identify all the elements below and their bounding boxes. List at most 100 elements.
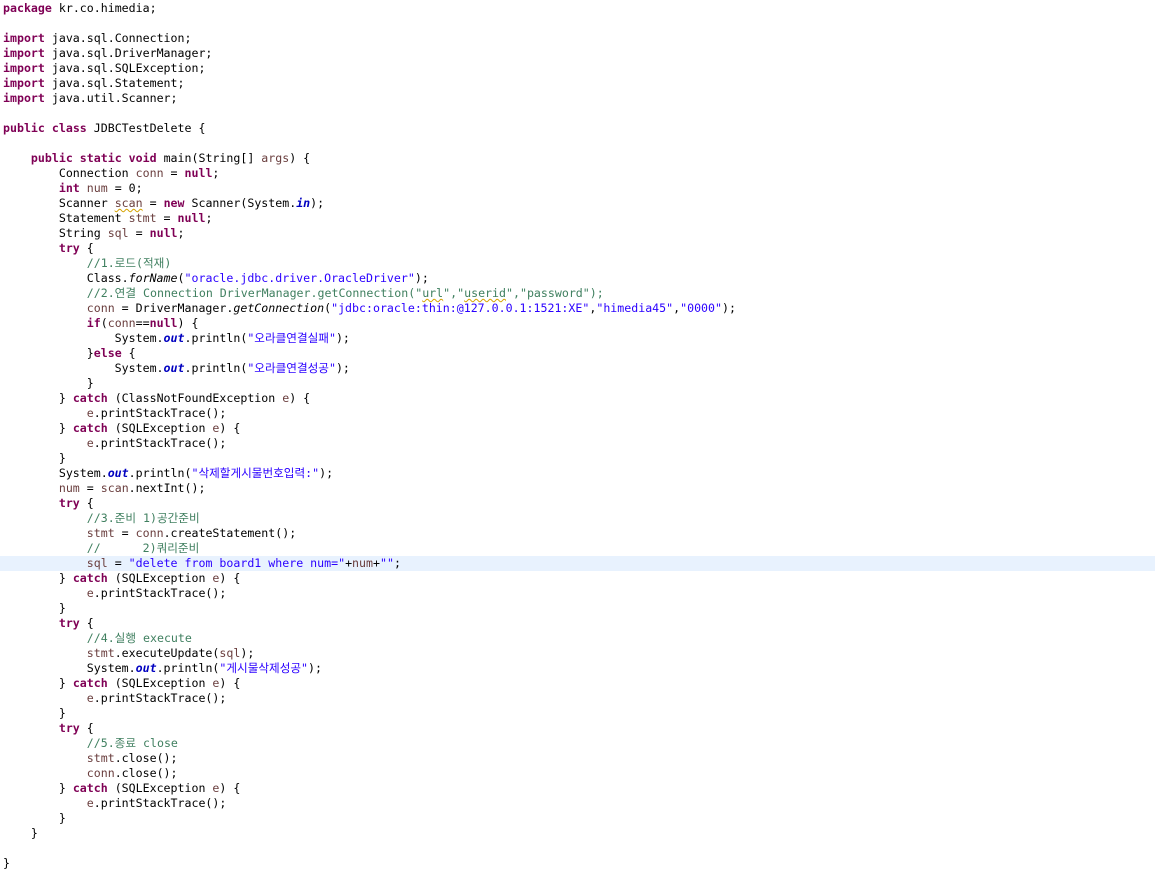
code-line[interactable]: import java.sql.Statement;	[0, 76, 1155, 91]
code-line[interactable]	[0, 16, 1155, 31]
code-line[interactable]: System.out.println("오라클연결성공");	[0, 361, 1155, 376]
code-line[interactable]: e.printStackTrace();	[0, 691, 1155, 706]
code-editor[interactable]: package kr.co.himedia; import java.sql.Co…	[0, 0, 1155, 885]
code-line[interactable]: import java.sql.Connection;	[0, 31, 1155, 46]
code-line[interactable]: try {	[0, 721, 1155, 736]
code-line[interactable]: //5.종료 close	[0, 736, 1155, 751]
code-line[interactable]: import java.sql.DriverManager;	[0, 46, 1155, 61]
code-line[interactable]: } catch (SQLException e) {	[0, 676, 1155, 691]
code-line[interactable]: System.out.println("오라클연결실패");	[0, 331, 1155, 346]
code-line[interactable]: package kr.co.himedia;	[0, 1, 1155, 16]
variable-token: e	[86, 436, 94, 450]
keyword-token: import	[3, 31, 45, 45]
code-text-token: java.sql.DriverManager;	[44, 46, 213, 60]
keyword-token: import	[3, 46, 45, 60]
code-line[interactable]	[0, 106, 1155, 121]
variable-token: scan	[100, 481, 129, 495]
code-line[interactable]: //2.연결 Connection DriverManager.getConne…	[0, 286, 1155, 301]
code-line[interactable]: num = scan.nextInt();	[0, 481, 1155, 496]
code-line[interactable]: stmt = conn.createStatement();	[0, 526, 1155, 541]
variable-token: conn	[107, 316, 136, 330]
code-text-token: {	[79, 496, 94, 510]
code-line[interactable]: }	[0, 706, 1155, 721]
code-line[interactable]: //1.로드(적재)	[0, 256, 1155, 271]
code-text-token: {	[79, 721, 94, 735]
code-line[interactable]: }	[0, 376, 1155, 391]
code-line[interactable]: } catch (SQLException e) {	[0, 421, 1155, 436]
code-text-token: JDBCTestDelete {	[86, 121, 206, 135]
code-line[interactable]: stmt.close();	[0, 751, 1155, 766]
code-line[interactable]: //3.준비 1)공간준비	[0, 511, 1155, 526]
keyword-token: import	[3, 76, 45, 90]
variable-token: e	[86, 691, 94, 705]
code-line[interactable]: System.out.println("게시물삭제성공");	[0, 661, 1155, 676]
code-line[interactable]: import java.util.Scanner;	[0, 91, 1155, 106]
keyword-token: try	[58, 721, 80, 735]
code-line[interactable]: }else {	[0, 346, 1155, 361]
code-line[interactable]: e.printStackTrace();	[0, 586, 1155, 601]
code-line[interactable]	[0, 841, 1155, 856]
code-line[interactable]: } catch (SQLException e) {	[0, 781, 1155, 796]
code-line[interactable]: }	[0, 856, 1155, 871]
code-text-token: =	[163, 166, 185, 180]
static-field-token: out	[163, 361, 185, 375]
keyword-token: catch	[72, 391, 108, 405]
code-line[interactable]: // 2)쿼리준비	[0, 541, 1155, 556]
code-line-current[interactable]: sql = "delete from board1 where num="+nu…	[0, 556, 1155, 571]
code-text-token: System.	[3, 331, 164, 345]
code-line[interactable]: conn.close();	[0, 766, 1155, 781]
code-line[interactable]: import java.sql.SQLException;	[0, 61, 1155, 76]
keyword-token: null	[149, 316, 178, 330]
comment-token: //4.실행 execute	[86, 631, 192, 645]
code-line[interactable]: Statement stmt = null;	[0, 211, 1155, 226]
code-line[interactable]: Scanner scan = new Scanner(System.in);	[0, 196, 1155, 211]
code-text-token: }	[3, 826, 38, 840]
code-line[interactable]: e.printStackTrace();	[0, 796, 1155, 811]
code-line[interactable]: System.out.println("삭제할게시물번호입력:");	[0, 466, 1155, 481]
keyword-token: try	[58, 616, 80, 630]
code-line[interactable]: } catch (ClassNotFoundException e) {	[0, 391, 1155, 406]
code-line[interactable]: }	[0, 811, 1155, 826]
code-line[interactable]: }	[0, 826, 1155, 841]
code-line[interactable]: } catch (SQLException e) {	[0, 571, 1155, 586]
code-line[interactable]: Connection conn = null;	[0, 166, 1155, 181]
code-line[interactable]: stmt.executeUpdate(sql);	[0, 646, 1155, 661]
code-line[interactable]: e.printStackTrace();	[0, 436, 1155, 451]
code-text-token: Scanner	[3, 196, 115, 210]
code-line[interactable]: try {	[0, 616, 1155, 631]
variable-token: sql	[107, 226, 129, 240]
code-text-token: {	[79, 616, 94, 630]
code-line[interactable]: int num = 0;	[0, 181, 1155, 196]
code-line[interactable]: //4.실행 execute	[0, 631, 1155, 646]
code-line[interactable]: if(conn==null) {	[0, 316, 1155, 331]
keyword-token: package	[3, 1, 52, 15]
code-line[interactable]: }	[0, 451, 1155, 466]
code-line[interactable]: Class.forName("oracle.jdbc.driver.Oracle…	[0, 271, 1155, 286]
keyword-token: public	[30, 151, 73, 165]
code-line[interactable]: e.printStackTrace();	[0, 406, 1155, 421]
variable-token: conn	[135, 166, 164, 180]
code-line[interactable]: public static void main(String[] args) {	[0, 151, 1155, 166]
code-line[interactable]: conn = DriverManager.getConnection("jdbc…	[0, 301, 1155, 316]
code-text-token: .println(	[156, 661, 220, 675]
code-text-token: (SQLException	[107, 571, 213, 585]
code-line[interactable]: String sql = null;	[0, 226, 1155, 241]
code-line[interactable]	[0, 136, 1155, 151]
code-text-token: ) {	[289, 151, 311, 165]
variable-token: e	[86, 406, 94, 420]
code-line[interactable]: }	[0, 601, 1155, 616]
code-line[interactable]: try {	[0, 496, 1155, 511]
code-line[interactable]: public class JDBCTestDelete {	[0, 121, 1155, 136]
code-line[interactable]: try {	[0, 241, 1155, 256]
code-text-token: ) {	[219, 421, 241, 435]
